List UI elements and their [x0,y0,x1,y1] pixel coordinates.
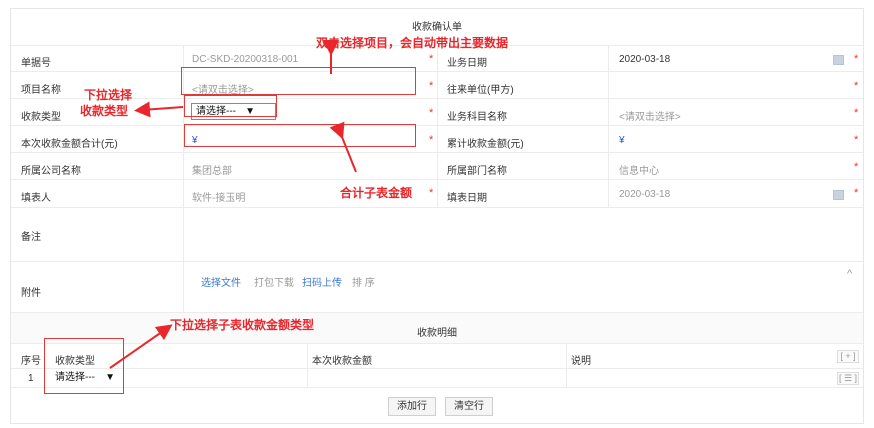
detail-header: 收款明细 [11,312,863,344]
row-total: 本次收款金额合计(元) ¥ * 累计收款金额(元) ¥ * [11,125,863,153]
collapse-icon[interactable]: ^ [847,268,852,280]
biz-date-value[interactable]: 2020-03-18 [619,54,670,65]
annotation-double-click: 双击选择项目，会自动带出主要数据 [316,36,509,50]
total-label: 本次收款金额合计(元) [21,139,118,150]
dept-label: 所属部门名称 [447,166,507,177]
fill-date-label: 填表日期 [447,193,487,204]
required-mark: * [429,134,434,146]
biz-date-label: 业务日期 [447,58,487,69]
required-mark: * [854,134,859,146]
pack-download-link[interactable]: 打包下载 [254,274,294,289]
attach-label: 附件 [21,288,41,299]
partner-label: 往来单位(甲方) [447,85,514,96]
required-mark: * [429,187,434,199]
annotation-dropdown-type-1: 下拉选择 [84,88,133,102]
filler-label: 填表人 [21,193,51,204]
row-index: 1 [28,373,34,384]
calendar-icon[interactable] [833,190,844,200]
required-mark: * [854,161,859,173]
row-company: 所属公司名称 集团总部 所属部门名称 信息中心 * [11,152,863,180]
add-row-icon[interactable]: [ + ] [837,350,859,363]
cumulative-label: 累计收款金额(元) [447,139,524,150]
required-mark: * [429,80,434,92]
row-notes-input[interactable] [567,369,827,388]
project-label: 项目名称 [21,85,61,96]
scan-upload-link[interactable]: 扫码上传 [302,274,342,289]
highlight-detail-type [44,338,124,394]
column-amount: 本次收款金额 [312,356,372,367]
calendar-icon[interactable] [833,55,844,65]
annotation-sum: 合计子表金额 [340,186,413,200]
cumulative-value: ¥ [619,135,625,146]
required-mark: * [854,187,859,199]
row-menu-icon[interactable]: [ ☰ ] [837,372,859,385]
table-row: 1 请选择--- ▼ [ ☰ ] [11,368,863,388]
required-mark: * [854,53,859,65]
remarks-label: 备注 [21,232,41,243]
row-project: 项目名称 <请双击选择> * 往来单位(甲方) * [11,71,863,99]
bill-no-label: 单据号 [21,58,51,69]
column-index: 序号 [21,356,41,367]
column-notes: 说明 [571,356,591,367]
receipt-form: 收款确认单 单据号 DC-SKD-20200318-001 * 业务日期 202… [10,8,864,424]
required-mark: * [429,107,434,119]
required-mark: * [429,53,434,65]
annotation-dropdown-type-2: 收款类型 [80,104,129,118]
detail-actions: 添加行 清空行 [11,387,863,426]
clear-rows-button[interactable]: 清空行 [445,397,493,416]
company-label: 所属公司名称 [21,166,81,177]
receipt-type-label: 收款类型 [21,112,61,123]
row-remarks: 备注 [11,207,863,262]
remarks-textarea[interactable] [184,208,863,262]
subject-label: 业务科目名称 [447,112,507,123]
highlight-receipt-type [184,95,277,117]
row-amount-input[interactable] [308,369,566,388]
select-file-link[interactable]: 选择文件 [201,274,241,289]
highlight-project [181,67,416,95]
row-receipt-type: 收款类型 请选择--- ▼ * 业务科目名称 <请双击选择> * [11,98,863,126]
dept-value: 信息中心 [619,166,659,177]
required-mark: * [854,80,859,92]
company-value: 集团总部 [192,166,232,177]
add-row-button[interactable]: 添加行 [388,397,436,416]
highlight-total [184,124,416,147]
form-title: 收款确认单 [412,22,462,33]
annotation-detail-type: 下拉选择子表收款金额类型 [170,318,315,332]
bill-no-value: DC-SKD-20200318-001 [192,54,299,65]
subject-input[interactable]: <请双击选择> [619,108,681,123]
detail-title: 收款明细 [417,328,457,339]
filler-value: 软件-接玉明 [192,193,246,204]
required-mark: * [854,107,859,119]
sort-link[interactable]: 排 序 [352,274,375,289]
fill-date-value[interactable]: 2020-03-18 [619,189,670,200]
row-filler: 填表人 软件-接玉明 * 填表日期 2020-03-18 * [11,179,863,208]
row-attachments: 附件 选择文件 打包下载 扫码上传 排 序 ^ [11,261,863,313]
detail-column-headers: 序号 收款类型 本次收款金额 说明 [ + ] [11,343,863,369]
